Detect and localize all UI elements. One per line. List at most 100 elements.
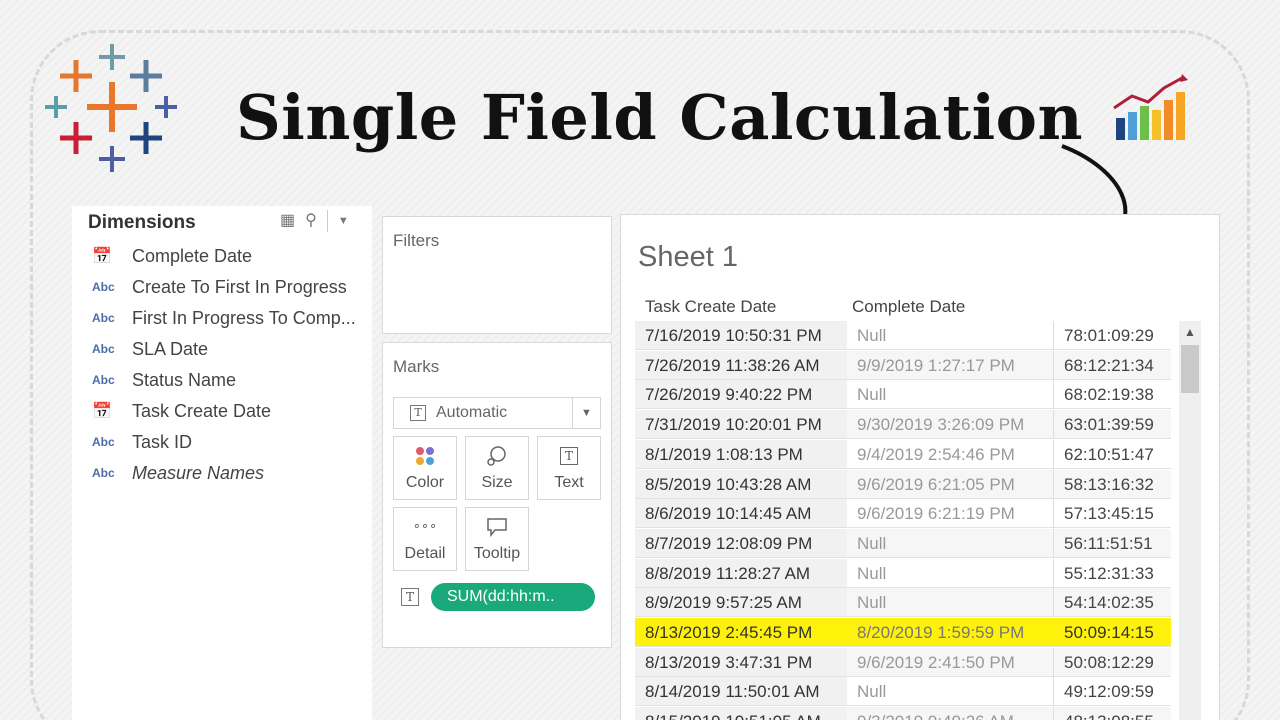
- cell-duration: 57:13:45:15: [1053, 499, 1171, 529]
- cell-complete-date: 9/9/2019 1:27:17 PM: [847, 350, 1053, 380]
- cell-duration: 50:09:14:15: [1053, 618, 1171, 647]
- detail-button[interactable]: ∘∘∘ Detail: [393, 507, 457, 571]
- table-row[interactable]: 8/8/2019 11:28:27 AM Null 55:12:31:33: [635, 558, 1171, 588]
- vertical-scrollbar[interactable]: ▲: [1179, 321, 1201, 720]
- field-task-create-date[interactable]: 📅 Task Create Date: [92, 397, 271, 425]
- filters-card[interactable]: Filters: [382, 216, 612, 334]
- cell-complete-date: 9/6/2019 2:41:50 PM: [847, 647, 1053, 677]
- field-sla-date[interactable]: Abc SLA Date: [92, 335, 208, 363]
- table-row[interactable]: 8/14/2019 11:50:01 AM Null 49:12:09:59: [635, 677, 1171, 707]
- column-header-complete-date[interactable]: Complete Date: [852, 297, 965, 317]
- size-icon: [466, 437, 528, 473]
- cell-duration: 78:01:09:29: [1053, 321, 1171, 350]
- cell-task-create-date: 7/16/2019 10:50:31 PM: [635, 321, 847, 350]
- field-name: Measure Names: [132, 462, 265, 483]
- text-button[interactable]: T Text: [537, 436, 601, 500]
- table-row[interactable]: 7/16/2019 10:50:31 PM Null 78:01:09:29: [635, 321, 1171, 350]
- table-row[interactable]: 7/26/2019 11:38:26 AM 9/9/2019 1:27:17 PM…: [635, 350, 1171, 380]
- cell-duration: 68:12:21:34: [1053, 350, 1171, 380]
- cell-complete-date: 9/6/2019 6:21:19 PM: [847, 499, 1053, 529]
- sheet-title: Sheet 1: [638, 241, 738, 273]
- field-name: Task ID: [132, 431, 193, 452]
- cell-complete-date: 9/3/2019 9:40:26 AM: [847, 707, 1053, 720]
- field-name: Status Name: [132, 369, 237, 390]
- field-name: Create To First In Progress: [132, 276, 347, 297]
- field-name: SLA Date: [132, 338, 209, 359]
- chevron-down-icon: ▼: [572, 398, 600, 428]
- field-first-in-progress[interactable]: Abc First In Progress To Comp...: [92, 304, 356, 332]
- cell-complete-date: 9/6/2019 6:21:05 PM: [847, 469, 1053, 499]
- field-create-to-first[interactable]: Abc Create To First In Progress: [92, 273, 347, 301]
- mark-type-select[interactable]: T Automatic ▼: [393, 397, 601, 429]
- size-button[interactable]: Size: [465, 436, 529, 500]
- tableau-logo: [45, 44, 177, 172]
- table-row[interactable]: 8/1/2019 1:08:13 PM 9/4/2019 2:54:46 PM 62…: [635, 439, 1171, 469]
- field-complete-date[interactable]: 📅 Complete Date: [92, 242, 252, 270]
- abc-icon: Abc: [92, 466, 115, 480]
- cell-task-create-date: 8/5/2019 10:43:28 AM: [635, 469, 847, 499]
- sheet-view: Sheet 1 Task Create Date Complete Date 7…: [620, 214, 1220, 720]
- cell-task-create-date: 7/26/2019 9:40:22 PM: [635, 380, 847, 410]
- table-row[interactable]: 8/5/2019 10:43:28 AM 9/6/2019 6:21:05 PM 5…: [635, 469, 1171, 499]
- cell-duration: 62:10:51:47: [1053, 439, 1171, 469]
- cell-duration: 50:08:12:29: [1053, 647, 1171, 677]
- table-row[interactable]: 7/26/2019 9:40:22 PM Null 68:02:19:38: [635, 380, 1171, 410]
- page-title: Single Field Calculation: [236, 81, 1084, 154]
- cell-task-create-date: 8/7/2019 12:08:09 PM: [635, 528, 847, 558]
- divider: [326, 210, 328, 232]
- table-row[interactable]: 8/15/2019 10:51:05 AM9/3/2019 9:40:26 AM…: [635, 707, 1171, 720]
- abc-icon: Abc: [92, 280, 115, 294]
- field-status-name[interactable]: Abc Status Name: [92, 366, 236, 394]
- table-row[interactable]: 8/6/2019 10:14:45 AM 9/6/2019 6:21:19 PM 5…: [635, 499, 1171, 529]
- cell-complete-date: Null: [847, 559, 1053, 588]
- text-mark-icon: T: [401, 588, 419, 606]
- abc-icon: Abc: [92, 435, 115, 449]
- table-row[interactable]: 8/13/2019 3:47:31 PM 9/6/2019 2:41:50 PM 5…: [635, 647, 1171, 677]
- table-row[interactable]: 8/7/2019 12:08:09 PM Null 56:11:51:51: [635, 528, 1171, 558]
- cell-task-create-date: 8/13/2019 3:47:31 PM: [635, 647, 847, 677]
- marks-card: Marks T Automatic ▼ Color Size T Text ∘∘…: [382, 342, 612, 648]
- field-measure-names[interactable]: Abc Measure Names: [92, 459, 264, 487]
- color-button[interactable]: Color: [393, 436, 457, 500]
- cell-task-create-date: 8/6/2019 10:14:45 AM: [635, 499, 847, 529]
- list-view-icon[interactable]: ▦: [280, 210, 295, 232]
- cell-task-create-date: 8/15/2019 10:51:05 AM: [635, 707, 847, 720]
- cell-task-create-date: 8/1/2019 1:08:13 PM: [635, 439, 847, 469]
- cell-duration: 56:11:51:51: [1053, 528, 1171, 558]
- detail-icon: ∘∘∘: [412, 518, 438, 533]
- table-row[interactable]: 7/31/2019 10:20:01 PM 9/30/2019 3:26:09 P…: [635, 410, 1171, 440]
- measure-pill[interactable]: SUM(dd:hh:m..: [431, 583, 595, 611]
- calendar-icon: 📅: [92, 403, 112, 420]
- cell-task-create-date: 8/8/2019 11:28:27 AM: [635, 558, 847, 588]
- cell-task-create-date: 7/31/2019 10:20:01 PM: [635, 410, 847, 440]
- dimensions-header: Dimensions: [88, 212, 196, 233]
- cell-complete-date: Null: [847, 528, 1053, 558]
- cell-duration: 54:14:02:35: [1053, 588, 1171, 618]
- field-task-id[interactable]: Abc Task ID: [92, 428, 192, 456]
- scroll-up-arrow-icon[interactable]: ▲: [1179, 321, 1201, 343]
- text-mark-icon: T: [410, 405, 426, 421]
- color-icon: [394, 437, 456, 473]
- cell-duration: 48:13:08:55: [1053, 707, 1171, 720]
- dropdown-arrow-icon[interactable]: ▼: [338, 210, 349, 232]
- cell-complete-date: Null: [847, 380, 1053, 410]
- field-name: First In Progress To Comp...: [132, 307, 356, 328]
- search-icon[interactable]: ⚲: [305, 210, 317, 232]
- column-header-task-create-date[interactable]: Task Create Date: [645, 297, 776, 317]
- table-row[interactable]: 8/9/2019 9:57:25 AM Null 54:14:02:35: [635, 588, 1171, 618]
- scroll-thumb[interactable]: [1181, 345, 1199, 393]
- cell-duration: 55:12:31:33: [1053, 558, 1171, 588]
- text-label: Text: [554, 474, 584, 491]
- tooltip-button[interactable]: Tooltip: [465, 507, 529, 571]
- cell-duration: 58:13:16:32: [1053, 469, 1171, 499]
- cell-duration: 68:02:19:38: [1053, 380, 1171, 410]
- cell-task-create-date: 8/14/2019 11:50:01 AM: [635, 677, 847, 707]
- detail-label: Detail: [404, 545, 446, 562]
- cell-duration: 49:12:09:59: [1053, 677, 1171, 707]
- field-name: Complete Date: [132, 245, 253, 266]
- cell-complete-date: 9/4/2019 2:54:46 PM: [847, 440, 1053, 469]
- cell-complete-date: Null: [847, 321, 1053, 350]
- field-name: Task Create Date: [132, 400, 272, 421]
- table-row[interactable]: 8/13/2019 2:45:45 PM 8/20/2019 1:59:59 PM…: [635, 618, 1171, 647]
- abc-icon: Abc: [92, 342, 115, 356]
